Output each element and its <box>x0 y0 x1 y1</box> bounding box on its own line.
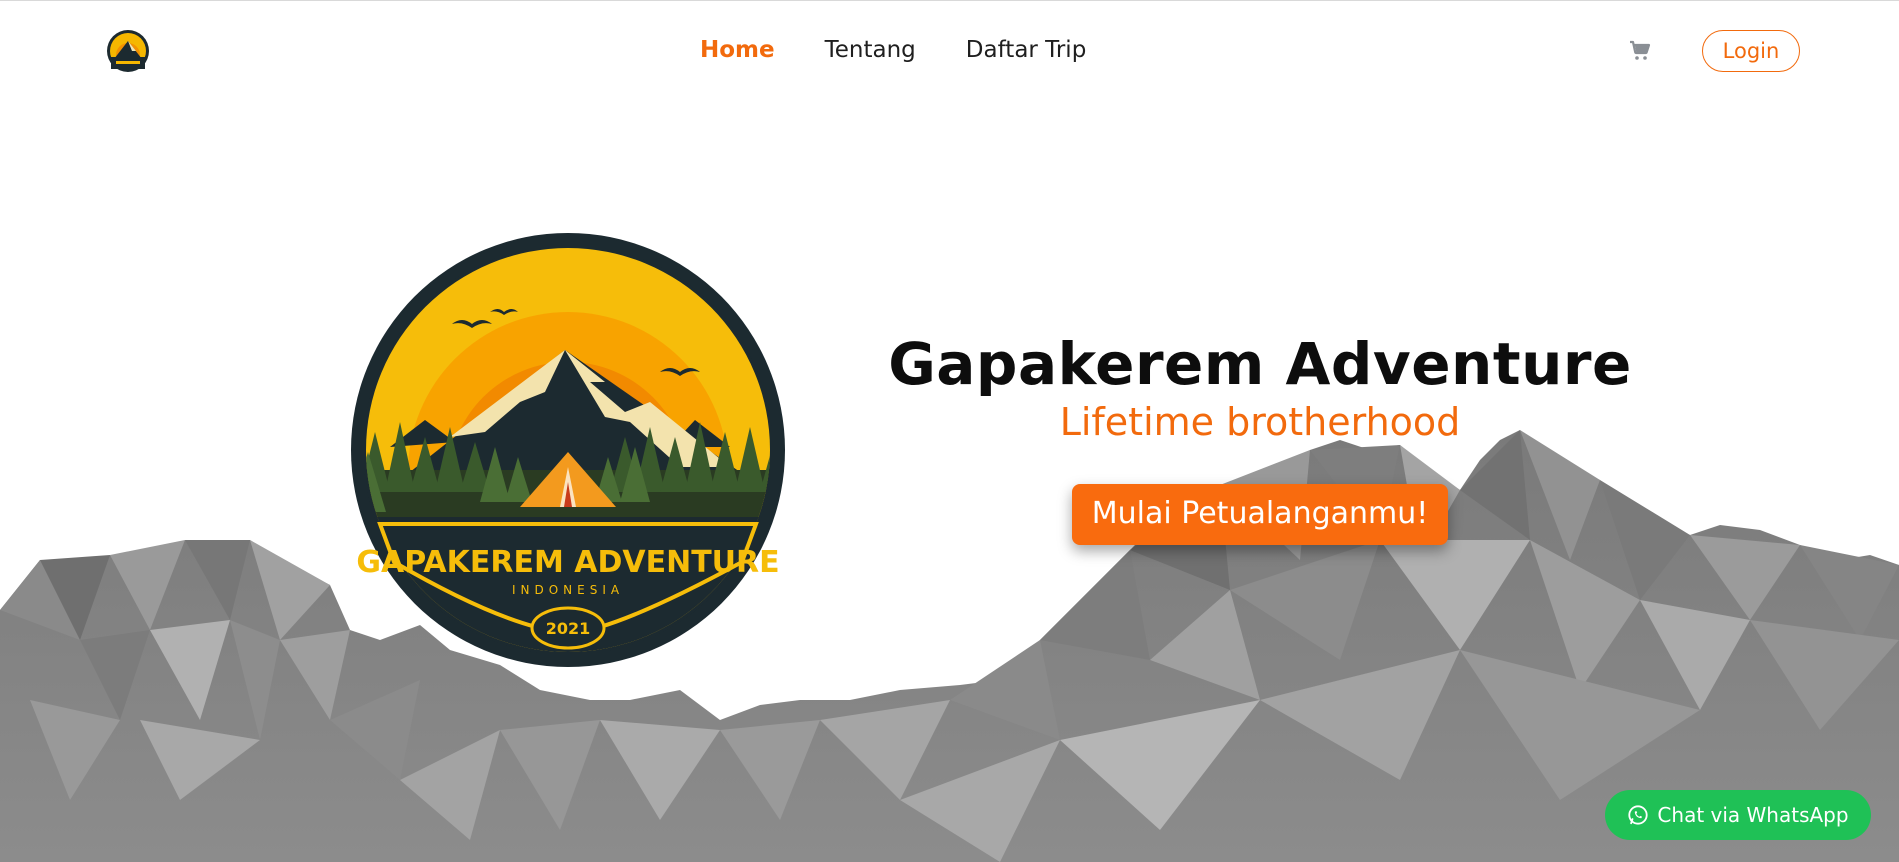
nav-links: Home Tentang Daftar Trip <box>700 37 1086 63</box>
hero-emblem-logo: GAPAKEREM ADVENTURE INDONESIA 2021 <box>351 233 785 667</box>
login-button[interactable]: Login <box>1702 30 1800 72</box>
hero-content: Gapakerem Adventure Lifetime brotherhood… <box>860 330 1660 545</box>
nav-link-daftar-trip[interactable]: Daftar Trip <box>966 37 1087 63</box>
whatsapp-icon <box>1628 805 1649 825</box>
emblem-country-text: INDONESIA <box>512 583 624 597</box>
nav-link-home[interactable]: Home <box>700 37 775 63</box>
hero-title: Gapakerem Adventure <box>888 330 1632 398</box>
hero-subtitle: Lifetime brotherhood <box>1059 400 1461 444</box>
cart-icon[interactable] <box>1628 39 1652 63</box>
emblem-year-text: 2021 <box>546 619 591 638</box>
brand-logo-icon[interactable] <box>106 29 150 73</box>
navbar: Home Tentang Daftar Trip Login <box>0 1 1899 101</box>
emblem-name-text: GAPAKEREM ADVENTURE <box>356 545 779 580</box>
page: Home Tentang Daftar Trip Login GAPAKEREM… <box>0 0 1899 862</box>
whatsapp-chat-button[interactable]: Chat via WhatsApp <box>1605 790 1871 840</box>
nav-link-tentang[interactable]: Tentang <box>825 37 916 63</box>
whatsapp-label: Chat via WhatsApp <box>1657 803 1849 827</box>
start-adventure-button[interactable]: Mulai Petualanganmu! <box>1071 484 1449 545</box>
